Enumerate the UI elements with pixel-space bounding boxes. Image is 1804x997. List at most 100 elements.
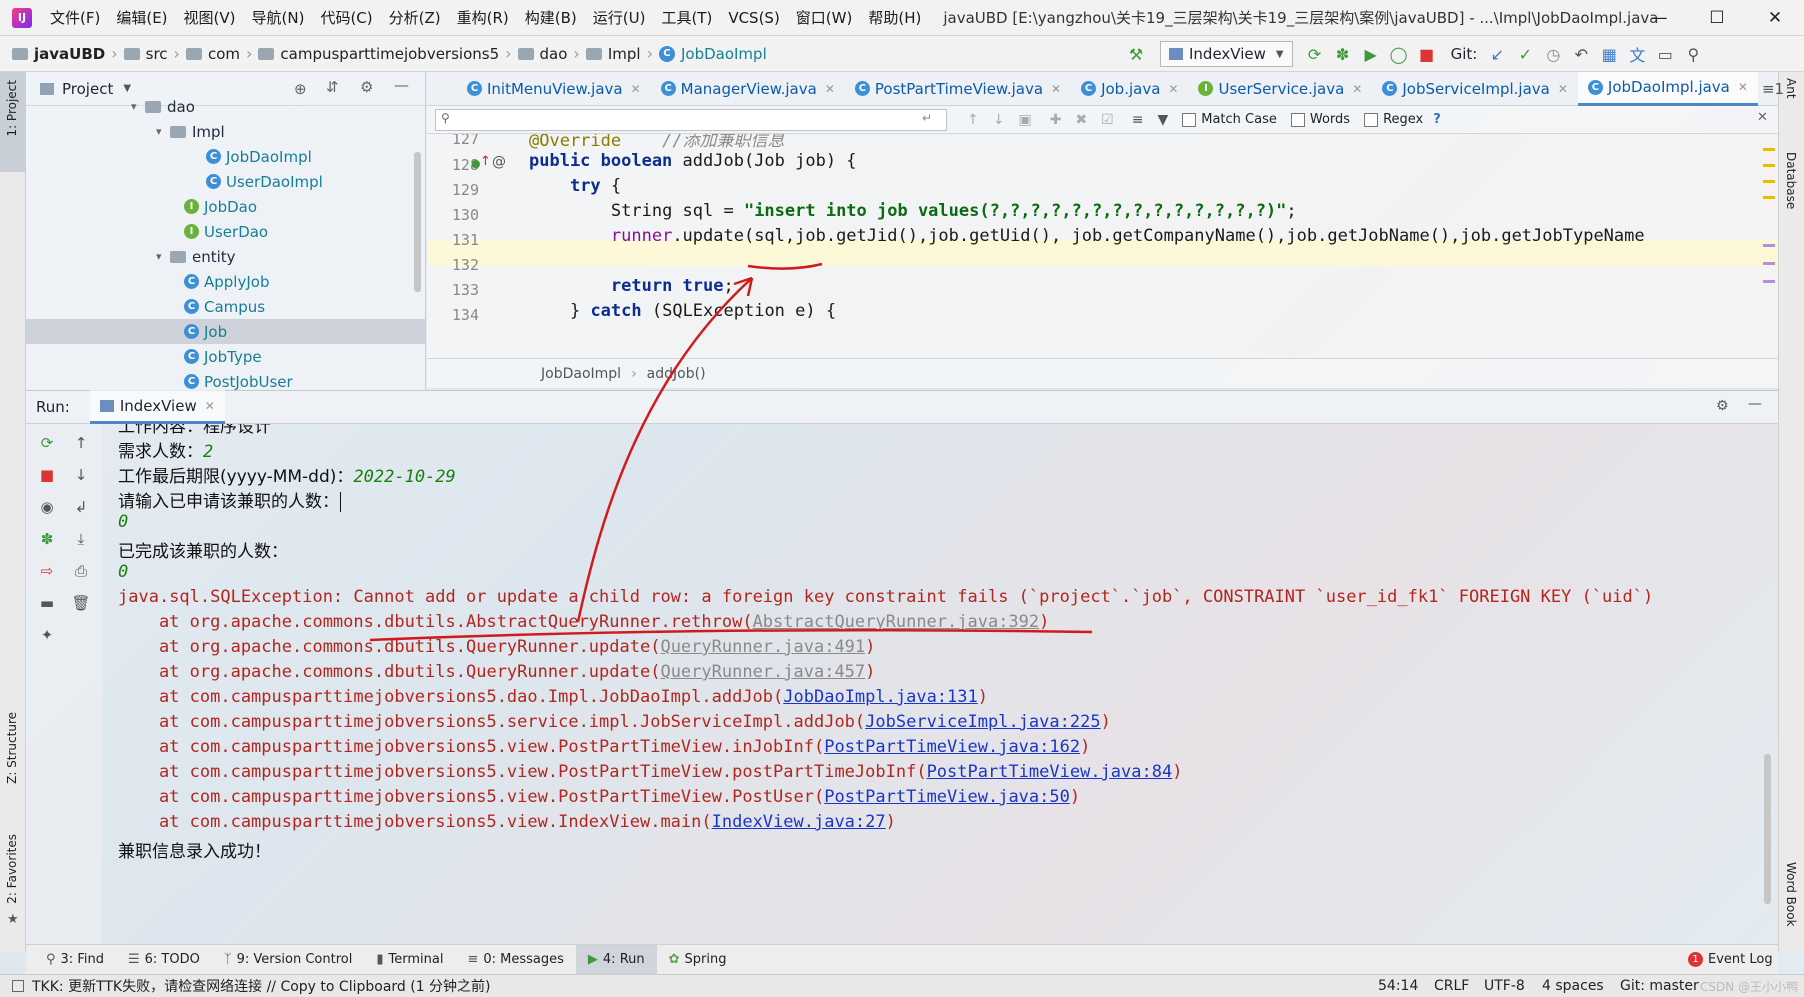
menu-run[interactable]: 运行(U) [585, 7, 654, 28]
camera-icon[interactable]: ◉ [36, 496, 58, 518]
override-up-arrow-icon[interactable]: ↑ [480, 154, 491, 169]
code-editor[interactable]: 127 128 129 130 131 132 133 134 ● ↑ @ @O… [427, 134, 1778, 358]
select-occurrences-icon[interactable]: ☑ [1101, 112, 1114, 128]
menu-view[interactable]: 视图(V) [176, 7, 244, 28]
tool-event-log[interactable]: 1 Event Log [1676, 945, 1785, 975]
editor-breadcrumb-method[interactable]: addJob() [647, 366, 706, 382]
trash-icon[interactable]: 🗑 [70, 592, 92, 614]
error-stripe-mark[interactable] [1763, 262, 1775, 265]
exit-icon[interactable]: ⇨ [36, 560, 58, 582]
hide-panel-icon[interactable]: — [1748, 396, 1762, 412]
previous-occurrence-icon[interactable]: ↑ [967, 112, 979, 128]
menu-analyze[interactable]: 分析(Z) [381, 7, 449, 28]
menu-window[interactable]: 窗口(W) [788, 7, 861, 28]
tool-find[interactable]: ⚲ 3: Find [34, 945, 116, 975]
line-separator[interactable]: CRLF [1434, 978, 1469, 994]
layout-icon[interactable]: ▬ [36, 592, 58, 614]
error-stripe-mark[interactable] [1763, 280, 1775, 283]
debug-bug-icon[interactable]: ✽ [36, 528, 58, 550]
maximize-icon[interactable]: ☐ [1688, 0, 1746, 36]
tool-messages[interactable]: ≡ 0: Messages [455, 945, 575, 975]
close-tab-icon[interactable]: ✕ [205, 399, 215, 413]
git-rollback-icon[interactable]: ↶ [1567, 40, 1595, 68]
console-output[interactable]: 工作内容：程序设计 需求人数：2 工作最后期限(yyyy-MM-dd)：2022… [102, 424, 1778, 944]
vtab-word-book[interactable]: Word Book [1784, 862, 1798, 927]
close-tab-icon[interactable]: ✕ [1738, 80, 1748, 94]
close-window-icon[interactable]: ✕ [1746, 0, 1804, 36]
vtab-favorites[interactable]: 2: Favorites [5, 834, 19, 904]
checkbox-box[interactable] [1364, 112, 1379, 127]
tab-jobserviceimpl[interactable]: C JobServiceImpl.java ✕ [1372, 72, 1578, 106]
tree-item-job[interactable]: C Job [26, 319, 426, 344]
close-find-icon[interactable]: ✕ [1757, 110, 1768, 125]
tool-version-control[interactable]: ᛉ 9: Version Control [212, 945, 365, 975]
filter-options-icon[interactable]: ≡ [1132, 112, 1144, 128]
project-structure-icon[interactable]: ▦ [1595, 40, 1623, 68]
regex-help-link[interactable]: ? [1433, 112, 1441, 127]
menu-build[interactable]: 构建(B) [517, 7, 585, 28]
menu-tools[interactable]: 工具(T) [653, 7, 720, 28]
minimize-icon[interactable]: — [1630, 0, 1688, 36]
pin-icon[interactable]: ✦ [36, 624, 58, 646]
checkbox-box[interactable] [1290, 112, 1305, 127]
indent-setting[interactable]: 4 spaces [1542, 978, 1604, 994]
tree-item-campus[interactable]: C Campus [184, 294, 265, 319]
close-tab-icon[interactable]: ✕ [1051, 82, 1061, 96]
print-icon[interactable]: ⎙ [70, 560, 92, 582]
words-checkbox[interactable]: Words [1290, 112, 1350, 127]
tab-job[interactable]: C Job.java ✕ [1071, 72, 1188, 106]
breadcrumb-dao[interactable]: dao [540, 45, 568, 63]
git-branch[interactable]: Git: master [1620, 978, 1699, 994]
coverage-icon[interactable]: ▶ [1357, 40, 1385, 68]
expand-arrow-icon[interactable]: ▾ [156, 250, 170, 263]
profile-icon[interactable]: ◯ [1385, 40, 1413, 68]
menu-code[interactable]: 代码(C) [312, 7, 380, 28]
soft-wrap-icon[interactable]: ↲ [70, 496, 92, 518]
tree-item-entity[interactable]: ▾ entity [156, 244, 236, 269]
tool-spring[interactable]: ✿ Spring [657, 945, 739, 975]
debug-bug-icon[interactable]: ✽ [1329, 40, 1357, 68]
tool-terminal[interactable]: ▮ Terminal [364, 945, 455, 975]
stack-link[interactable]: JobServiceImpl.java:225 [865, 712, 1100, 732]
menu-refactor[interactable]: 重构(R) [449, 7, 517, 28]
tree-item-userdao[interactable]: I UserDao [184, 219, 268, 244]
breadcrumb-package[interactable]: campusparttimejobversions5 [280, 45, 499, 63]
breadcrumb-impl[interactable]: Impl [608, 45, 641, 63]
status-message[interactable]: TKK: 更新TTK失败，请检查网络连接 // Copy to Clipboar… [32, 976, 491, 996]
stack-link[interactable]: AbstractQueryRunner.java:392 [753, 612, 1040, 632]
stack-link[interactable]: IndexView.java:27 [712, 812, 886, 832]
git-commit-icon[interactable]: ✓ [1511, 40, 1539, 68]
tool-todo[interactable]: ☰ 6: TODO [116, 945, 212, 975]
error-stripe-mark[interactable] [1763, 180, 1775, 183]
tab-jobdaoimpl[interactable]: C JobDaoImpl.java ✕ [1577, 71, 1758, 106]
tool-run[interactable]: ▶ 4: Run [575, 944, 657, 975]
hide-panel-icon[interactable]: — [394, 76, 409, 94]
menu-edit[interactable]: 编辑(E) [108, 7, 175, 28]
error-stripe-mark[interactable] [1763, 148, 1775, 151]
add-occurrence-icon[interactable]: ✚ [1050, 112, 1062, 128]
close-tab-icon[interactable]: ✕ [1558, 82, 1568, 96]
tab-managerview[interactable]: C ManagerView.java ✕ [651, 72, 845, 106]
rerun-icon[interactable]: ⟳ [1301, 40, 1329, 68]
scroll-to-end-icon[interactable]: ⤓ [70, 528, 92, 550]
project-panel-title[interactable]: Project [62, 80, 113, 98]
close-tab-icon[interactable]: ✕ [1168, 82, 1178, 96]
close-tab-icon[interactable]: ✕ [825, 82, 835, 96]
stop-icon[interactable]: ■ [36, 464, 58, 486]
build-hammer-icon[interactable]: ⚒ [1122, 40, 1150, 68]
project-scrollbar[interactable] [414, 152, 421, 292]
error-stripe-mark[interactable] [1763, 164, 1775, 167]
scroll-down-icon[interactable]: ↓ [70, 464, 92, 486]
expand-arrow-icon[interactable]: ▾ [131, 100, 145, 113]
remove-occurrence-icon[interactable]: ✖ [1075, 112, 1087, 128]
next-occurrence-icon[interactable]: ↓ [993, 112, 1005, 128]
stack-link[interactable]: JobDaoImpl.java:131 [783, 687, 977, 707]
menu-help[interactable]: 帮助(H) [860, 7, 929, 28]
stack-link[interactable]: QueryRunner.java:457 [660, 662, 865, 682]
breadcrumb-project[interactable]: javaUBD [34, 45, 105, 63]
tree-item-jobdao[interactable]: I JobDao [184, 194, 257, 219]
stack-link[interactable]: PostPartTimeView.java:50 [824, 787, 1070, 807]
tree-item-applyjob[interactable]: C ApplyJob [184, 269, 269, 294]
menu-file[interactable]: 文件(F) [42, 7, 108, 28]
tree-item-jobtype[interactable]: C JobType [184, 344, 262, 369]
